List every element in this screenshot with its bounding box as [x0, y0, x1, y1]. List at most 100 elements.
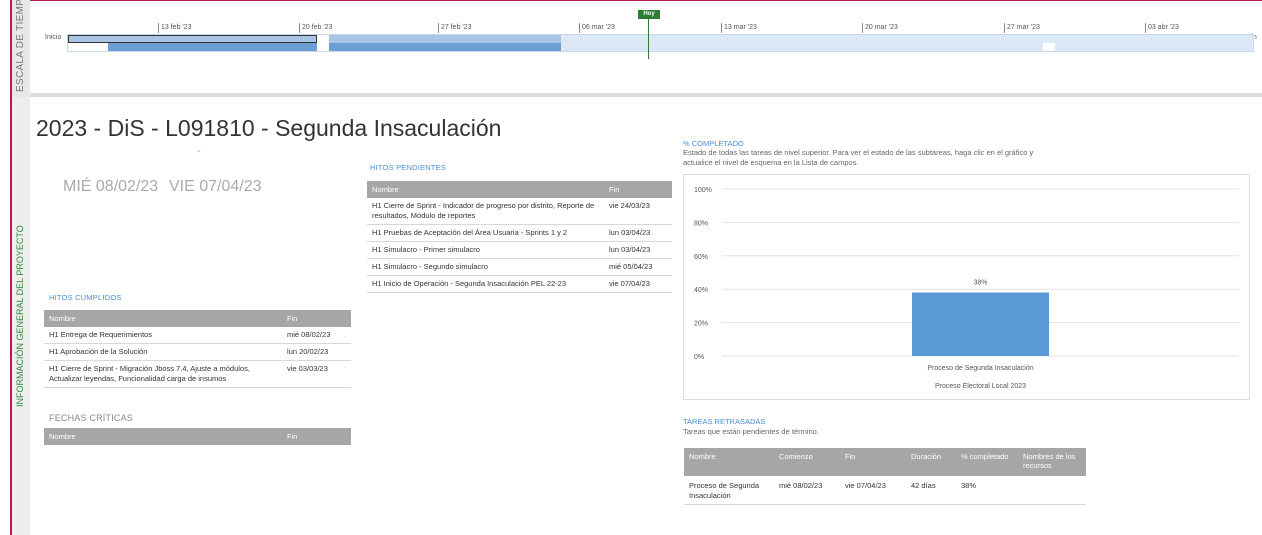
table-header-row: Nombre Fin	[44, 428, 351, 445]
table-row[interactable]: H1 Simulacro - Primer simulacro lun 03/0…	[367, 241, 672, 259]
critical-dates-title: FECHAS CRÍTICAS	[49, 413, 134, 423]
milestone-name: H1 Simulacro - Primer simulacro	[367, 241, 604, 259]
late-tasks-table: Nombre Comienzo Fin Duración % completad…	[684, 448, 1086, 505]
column-header-fin[interactable]: Fin	[840, 448, 906, 476]
project-title: 2023 - DiS - L091810 - Segunda Insaculac…	[36, 115, 502, 141]
column-header-fin[interactable]: Fin	[604, 181, 672, 198]
milestone-end: mié 08/02/23	[282, 327, 351, 344]
table-row[interactable]: H1 Entrega de Requerimientos mié 08/02/2…	[44, 327, 351, 344]
milestone-end: vie 03/03/23	[282, 360, 351, 388]
column-header-fin[interactable]: Fin	[282, 428, 351, 445]
completed-milestones-table: Nombre Fin H1 Entrega de Requerimientos …	[44, 310, 351, 388]
column-header-nombre[interactable]: Nombre	[367, 181, 604, 198]
timeline-gap	[68, 43, 108, 51]
chart-y-tick-label: 80%	[694, 220, 708, 227]
timeline-tick	[721, 23, 722, 33]
task-duration: 42 días	[906, 476, 956, 505]
timeline-tick	[158, 23, 159, 33]
column-header-nombre[interactable]: Nombre	[44, 310, 282, 327]
chart-svg: 0% 20% 40% 60% 80% 100% 38% Proceso de Segunda …	[694, 187, 1239, 390]
project-end-date: VIE 07/04/23	[169, 178, 262, 195]
pending-milestones-title: HITOS PENDIENTES	[370, 163, 446, 172]
timeline-date: 27 mar '23	[1007, 24, 1040, 31]
task-name: Proceso de Segunda Insaculación	[684, 476, 774, 505]
timeline-panel: ESCALA DE TIEMPO 13 feb '23 20 feb '23 2…	[0, 0, 1262, 97]
today-badge: Hoy	[638, 10, 660, 19]
timeline-task-bar[interactable]	[108, 43, 317, 51]
column-header-recursos[interactable]: Nombres de los recursos	[1018, 448, 1086, 476]
timeline-tick	[1145, 23, 1146, 33]
pending-milestones-table: Nombre Fin H1 Cierre de Sprint - Indicad…	[367, 181, 672, 293]
timeline-project-bar[interactable]	[67, 34, 1254, 52]
milestone-name: H1 Pruebas de Aceptación del Área Usuari…	[367, 224, 604, 242]
timeline-tick	[1004, 23, 1005, 33]
table-row[interactable]: H1 Aprobación de la Solución lun 20/02/2…	[44, 343, 351, 361]
milestone-name: H1 Simulacro - Segundo simulacro	[367, 258, 604, 276]
project-info-sidebar: INFORMACIÓN GENERAL DEL PROYECTO	[10, 97, 30, 535]
table-row[interactable]: H1 Inicio de Operación - Segunda Insacul…	[367, 275, 672, 293]
table-row[interactable]: H1 Cierre de Sprint - Migración Jboss 7.…	[44, 360, 351, 388]
timeline-task-bar[interactable]	[329, 35, 561, 43]
table-row[interactable]: H1 Cierre de Sprint - Indicador de progr…	[367, 198, 672, 225]
milestone-name: H1 Entrega de Requerimientos	[44, 327, 282, 344]
percent-complete-description: Estado de todas las tareas de nivel supe…	[683, 148, 1034, 167]
column-header-comienzo[interactable]: Comienzo	[774, 448, 840, 476]
timeline-tick	[579, 23, 580, 33]
task-end: vie 07/04/23	[840, 476, 906, 505]
timeline-date: 20 feb '23	[302, 24, 333, 31]
column-header-duracion[interactable]: Duración	[906, 448, 956, 476]
milestone-end: lun 03/04/23	[604, 224, 672, 242]
timeline-gap	[317, 35, 329, 51]
milestone-end: lun 03/04/23	[604, 241, 672, 259]
chart-data-label: 38%	[973, 280, 987, 287]
table-header-row: Nombre Fin	[44, 310, 351, 327]
milestone-end: mié 05/04/23	[604, 258, 672, 276]
milestone-name: H1 Inicio de Operación - Segunda Insacul…	[367, 275, 604, 293]
chart-y-tick-label: 40%	[694, 287, 708, 294]
timeline-date: 06 mar '23	[582, 24, 615, 31]
table-header-row: Nombre Fin	[367, 181, 672, 198]
timeline-top-border	[10, 0, 1262, 1]
timeline-tick	[438, 23, 439, 33]
chart-category-label: Proceso de Segunda Insaculación	[927, 365, 1033, 372]
late-tasks-description: Tareas que están pendientes de término.	[683, 427, 819, 436]
chart-x-axis-label: Proceso Electoral Local 2023	[935, 383, 1026, 390]
timeline-sidebar-label: ESCALA DE TIEMPO	[15, 0, 26, 92]
milestone-end: vie 24/03/23	[604, 198, 672, 225]
column-header-nombre[interactable]: Nombre	[44, 428, 282, 445]
timeline-sidebar: ESCALA DE TIEMPO	[10, 0, 30, 97]
completed-milestones-title: HITOS CUMPLIDOS	[49, 293, 122, 302]
column-header-completado[interactable]: % completado	[956, 448, 1018, 476]
timeline-divider	[30, 93, 1262, 97]
table-row[interactable]: H1 Simulacro - Segundo simulacro mié 05/…	[367, 258, 672, 276]
milestone-name: H1 Cierre de Sprint - Indicador de progr…	[367, 198, 604, 225]
milestone-name: H1 Aprobación de la Solución	[44, 343, 282, 361]
percent-complete-chart[interactable]: 0% 20% 40% 60% 80% 100% 38% Proceso de Segunda …	[683, 174, 1250, 400]
timeline-date: 13 mar '23	[724, 24, 757, 31]
project-info-sidebar-label: INFORMACIÓN GENERAL DEL PROYECTO	[15, 225, 25, 407]
timeline-date: 20 mar '23	[865, 24, 898, 31]
timeline-date: 13 feb '23	[161, 24, 192, 31]
critical-dates-table: Nombre Fin	[44, 428, 351, 445]
column-header-fin[interactable]: Fin	[282, 310, 351, 327]
timeline-gap	[1043, 43, 1055, 51]
chart-y-tick-label: 100%	[694, 187, 712, 194]
chart-y-tick-label: 0%	[694, 354, 704, 361]
project-start-date: MIÉ 08/02/23	[63, 178, 159, 195]
column-header-nombre[interactable]: Nombre	[684, 448, 774, 476]
milestone-end: vie 07/04/23	[604, 275, 672, 293]
table-row[interactable]: Proceso de Segunda Insaculación mié 08/0…	[684, 476, 1086, 505]
timeline-tick	[862, 23, 863, 33]
timeline-tick	[299, 23, 300, 33]
task-percent-complete: 38%	[956, 476, 1018, 505]
late-tasks-title: TAREAS RETRASADAS	[683, 417, 766, 426]
timeline-date: 03 abr '23	[1148, 24, 1179, 31]
timeline-task-bar[interactable]	[68, 35, 317, 43]
table-header-row: Nombre Comienzo Fin Duración % completad…	[684, 448, 1086, 476]
table-row[interactable]: H1 Pruebas de Aceptación del Área Usuari…	[367, 224, 672, 242]
task-resources	[1018, 476, 1086, 505]
timeline-task-bar[interactable]	[329, 43, 561, 51]
milestone-name: H1 Cierre de Sprint - Migración Jboss 7.…	[44, 360, 282, 388]
chart-bar[interactable]	[912, 292, 1049, 356]
chart-y-tick-label: 60%	[694, 254, 708, 261]
